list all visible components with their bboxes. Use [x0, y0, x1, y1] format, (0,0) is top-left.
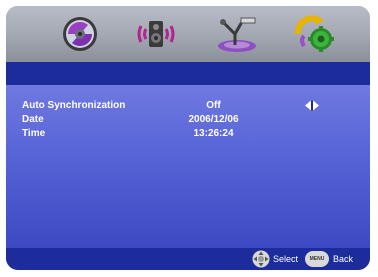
footer-hint-bar: Select MENU Back — [6, 248, 370, 270]
list-item-time[interactable]: Time 13:26:24 — [6, 127, 370, 141]
setting-label: Time — [22, 128, 46, 139]
menu-title-bar — [6, 62, 370, 85]
settings-list: Auto Synchronization Off Date 2006/12/06… — [6, 85, 370, 248]
setting-value: 2006/12/06 — [188, 114, 239, 125]
setting-label: Date — [22, 114, 44, 125]
osd-frame: Auto Synchronization Off Date 2006/12/06… — [6, 6, 370, 270]
speaker-audio-icon[interactable] — [130, 10, 182, 58]
menu-button-icon: MENU — [305, 251, 329, 267]
select-hint-label: Select — [273, 254, 299, 264]
disc-setup-icon[interactable] — [54, 10, 106, 58]
setting-label: Auto Synchronization — [22, 100, 126, 111]
menu-icon-bar — [6, 6, 370, 62]
setting-value: 13:26:24 — [193, 128, 234, 139]
list-item-date[interactable]: Date 2006/12/06 — [6, 113, 370, 127]
clock-settings-icon[interactable] — [288, 10, 340, 58]
list-item-auto-sync[interactable]: Auto Synchronization Off — [6, 99, 370, 113]
back-hint-label: Back — [333, 254, 354, 264]
osd-screen: Auto Synchronization Off Date 2006/12/06… — [0, 0, 378, 277]
dpad-icon — [252, 250, 270, 268]
satellite-dish-icon[interactable] — [211, 10, 263, 58]
setting-value: Off — [206, 100, 221, 111]
